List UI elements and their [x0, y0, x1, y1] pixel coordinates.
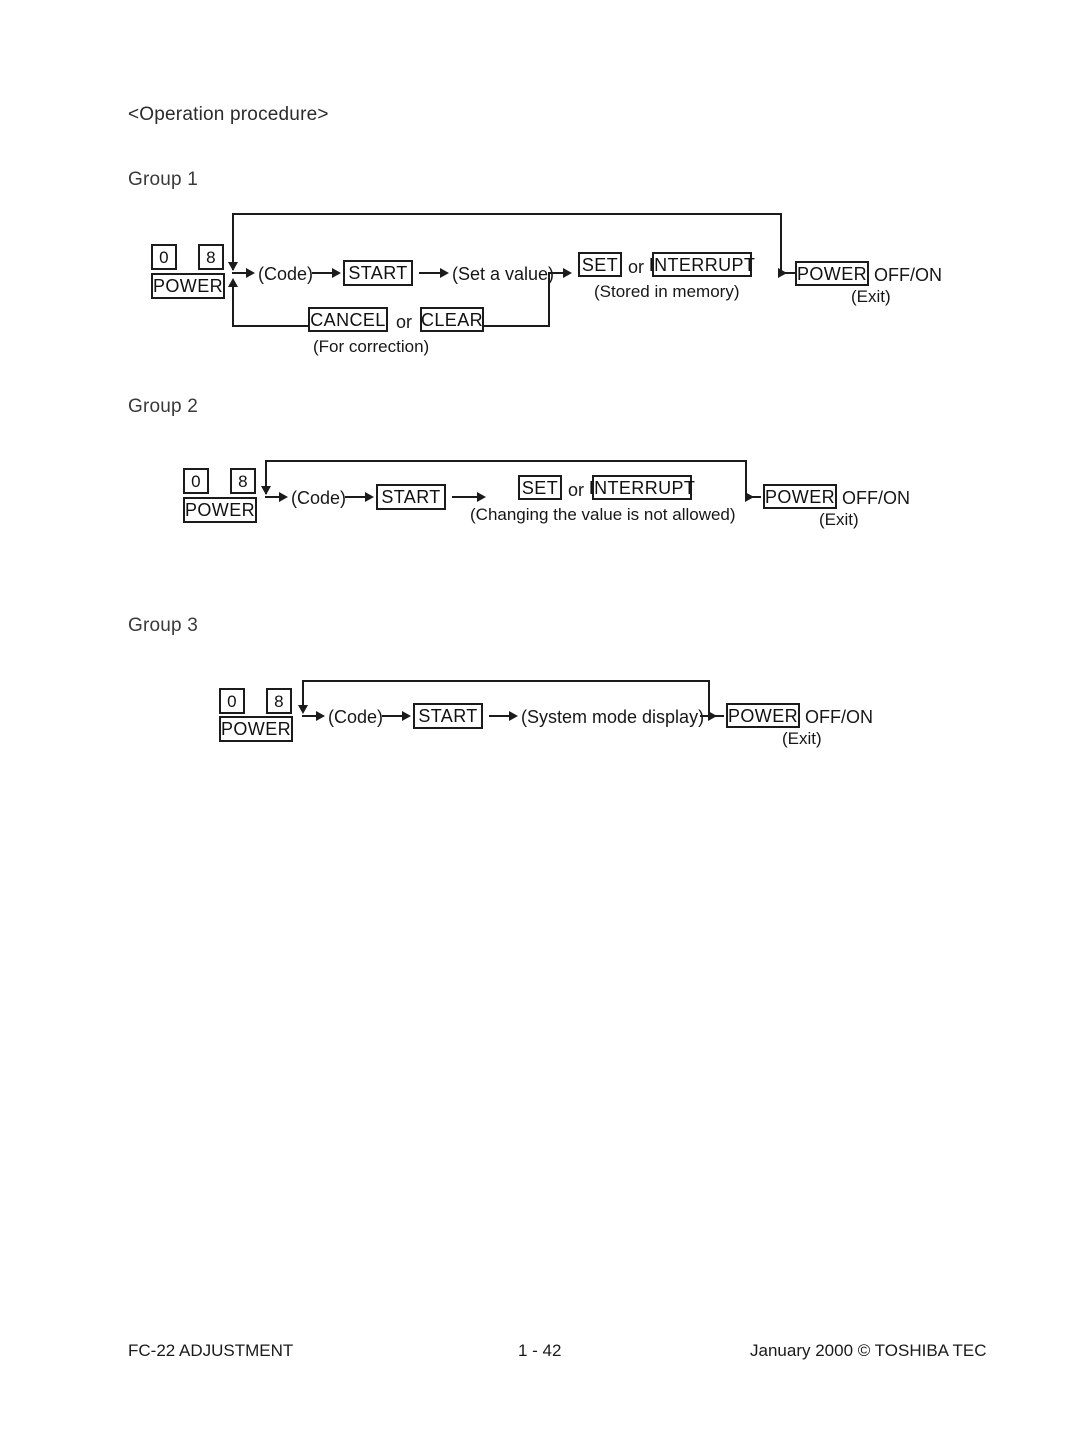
key-power-exit-group2[interactable]: POWER — [763, 484, 837, 509]
key-start-group2[interactable]: START — [376, 484, 446, 510]
group1-entry-arrowhead — [246, 268, 255, 278]
key-power-group1[interactable]: POWER — [151, 273, 225, 299]
group2-arrow-start-confirm-head — [477, 492, 486, 502]
key-power-group2[interactable]: POWER — [183, 497, 257, 523]
footer-page-number: 1 - 42 — [518, 1341, 562, 1360]
group2-arrow-code-start-line — [345, 496, 367, 498]
group1-arrow-exit-head — [778, 268, 787, 278]
group2-feedback-top-line — [265, 460, 745, 462]
key-8-group2[interactable]: 8 — [230, 468, 256, 494]
group3-arrow-exit-head — [708, 711, 717, 721]
group3-feedback-right-down — [708, 680, 710, 715]
group1-arrow-to-confirm-head — [563, 268, 572, 278]
group2-or-label: or — [568, 480, 585, 500]
group2-arrow-exit-head — [745, 492, 754, 502]
key-0-group1[interactable]: 0 — [151, 244, 177, 270]
footer-left: FC-22 ADJUSTMENT — [128, 1341, 294, 1360]
key-8-group3[interactable]: 8 — [266, 688, 292, 714]
group3-arrow-start-display-head — [509, 711, 518, 721]
group3-code-label: (Code) — [328, 707, 384, 727]
group2-feedback-arrowhead — [261, 486, 271, 495]
group1-exit-label: OFF/ON — [874, 265, 942, 285]
group1-set-value-label: (Set a value) — [452, 264, 555, 284]
key-set-group2[interactable]: SET — [518, 475, 562, 500]
group2-code-label: (Code) — [291, 488, 347, 508]
key-interrupt-group1[interactable]: INTERRUPT — [649, 252, 755, 277]
group1-correction-note: (For correction) — [313, 337, 430, 356]
group2-feedback-right-down — [745, 460, 747, 496]
group3-arrow-code-start-head — [402, 711, 411, 721]
group1-feedback-top-line — [232, 213, 780, 215]
group1-feedback-arrowhead — [228, 262, 238, 271]
key-power-exit-group3[interactable]: POWER — [726, 703, 800, 728]
key-0-group3[interactable]: 0 — [219, 688, 245, 714]
group2-arrow-start-confirm-line — [452, 496, 480, 498]
document-page: <Operation procedure> Group 1 0 8 POWER … — [0, 0, 1080, 1439]
group2-exit-label: OFF/ON — [842, 488, 910, 508]
key-power-exit-group1[interactable]: POWER — [795, 261, 869, 286]
group3-feedback-arrowhead — [298, 705, 308, 714]
group1-arrow-start-value-head — [440, 268, 449, 278]
key-clear-group1[interactable]: CLEAR — [420, 307, 484, 332]
group3-display-label: (System mode display) — [521, 707, 705, 727]
key-0-group2[interactable]: 0 — [183, 468, 209, 494]
group2-confirm-note: (Changing the value is not allowed) — [470, 505, 736, 524]
key-interrupt-group2[interactable]: INTERRUPT — [589, 475, 695, 500]
group-2-label: Group 2 — [128, 396, 199, 417]
group1-correction-line-left — [232, 325, 308, 327]
footer-right: January 2000 © TOSHIBA TEC — [750, 1341, 987, 1360]
group2-entry-arrowhead — [279, 492, 288, 502]
group1-correction-left-up — [232, 284, 234, 327]
key-start-group1[interactable]: START — [343, 260, 413, 286]
group1-or-label: or — [628, 257, 645, 277]
group1-feedback-right-down — [780, 213, 782, 272]
group1-correction-line-right — [484, 325, 550, 327]
key-cancel-group1[interactable]: CANCEL — [308, 307, 388, 332]
group3-entry-arrowhead — [316, 711, 325, 721]
group2-arrow-code-start-head — [365, 492, 374, 502]
key-power-group3[interactable]: POWER — [219, 716, 293, 742]
key-8-group1[interactable]: 8 — [198, 244, 224, 270]
group3-feedback-top-line — [302, 680, 708, 682]
group1-confirm-note: (Stored in memory) — [594, 282, 740, 301]
group1-correction-or: or — [396, 312, 413, 332]
key-set-group1[interactable]: SET — [578, 252, 622, 277]
group1-arrow-code-start-line — [312, 272, 334, 274]
page-title: <Operation procedure> — [128, 104, 329, 125]
group1-correction-arrowhead — [228, 278, 238, 287]
group1-code-label: (Code) — [258, 264, 314, 284]
group-3-label: Group 3 — [128, 615, 199, 636]
group-1-label: Group 1 — [128, 169, 199, 190]
group3-arrow-code-start-line — [382, 715, 404, 717]
group3-arrow-start-display-line — [489, 715, 511, 717]
group3-exit-label: OFF/ON — [805, 707, 873, 727]
group3-exit-note: (Exit) — [782, 729, 822, 748]
group1-exit-note: (Exit) — [851, 287, 891, 306]
key-start-group3[interactable]: START — [413, 703, 483, 729]
group2-exit-note: (Exit) — [819, 510, 859, 529]
group1-arrow-code-start-head — [332, 268, 341, 278]
